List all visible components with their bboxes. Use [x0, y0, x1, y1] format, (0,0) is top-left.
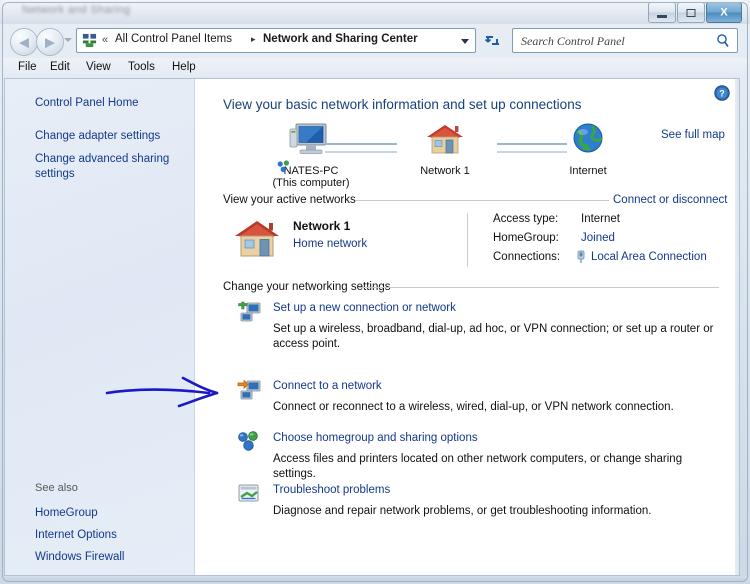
history-dropdown-icon[interactable] — [64, 38, 72, 42]
task-title[interactable]: Choose homegroup and sharing options — [273, 432, 478, 444]
task-description: Set up a wireless, broadband, dial-up, a… — [273, 323, 714, 350]
menu-help[interactable]: Help — [172, 61, 196, 73]
section-rule-change-settings — [359, 287, 719, 288]
control-panel-window: Network and Sharing X ◀ ▶ « All Control … — [0, 0, 750, 584]
map-node-computer[interactable]: NATES-PC (This computer) — [251, 121, 371, 189]
task-description: Access files and printers located on oth… — [273, 453, 683, 480]
svg-text:?: ? — [719, 89, 725, 99]
window-title: Network and Sharing — [22, 4, 131, 16]
see-full-map-link[interactable]: See full map — [661, 129, 725, 141]
navigation-sidebar: Control Panel Home Change adapter settin… — [5, 79, 195, 575]
close-icon: X — [720, 6, 728, 18]
see-also-label: See also — [35, 482, 78, 494]
map-link-computer-to-network — [325, 143, 397, 153]
main-pane: ? View your basic network information an… — [195, 79, 739, 575]
refresh-button[interactable] — [482, 29, 504, 52]
computer-icon — [289, 123, 327, 154]
menu-file[interactable]: File — [18, 61, 37, 73]
window-controls: X — [647, 2, 742, 23]
sidebar-item-change-advanced-sharing-settings[interactable]: Change advanced sharing settings — [35, 152, 185, 182]
sidebar-item-internet-options[interactable]: Internet Options — [35, 528, 185, 543]
map-computer-name: NATES-PC — [283, 165, 339, 177]
sidebar-item-change-adapter-settings[interactable]: Change adapter settings — [35, 129, 185, 144]
access-type-label: Access type: — [493, 213, 559, 225]
active-network-name: Network 1 — [293, 219, 351, 233]
close-button[interactable]: X — [706, 2, 742, 23]
task-title[interactable]: Troubleshoot problems — [273, 484, 390, 496]
sidebar-item-homegroup[interactable]: HomeGroup — [35, 506, 185, 521]
forward-button[interactable]: ▶ — [36, 28, 64, 56]
task-description: Connect or reconnect to a wireless, wire… — [273, 401, 674, 413]
map-network-name: Network 1 — [420, 165, 470, 177]
maximize-button[interactable] — [677, 2, 705, 23]
window-bottom-edge — [2, 576, 748, 582]
connections-label: Connections: — [493, 251, 561, 263]
homegroup-label: HomeGroup: — [493, 232, 559, 244]
connect-or-disconnect-link[interactable]: Connect or disconnect — [613, 194, 727, 206]
address-dropdown-icon[interactable] — [461, 39, 469, 44]
homegroup-sharing-icon — [238, 431, 258, 451]
sidebar-item-windows-firewall[interactable]: Windows Firewall — [35, 550, 185, 565]
task-title[interactable]: Connect to a network — [273, 380, 382, 392]
menu-edit[interactable]: Edit — [50, 61, 70, 73]
access-type-value: Internet — [581, 213, 620, 225]
back-button[interactable]: ◀ — [10, 28, 38, 56]
task-title[interactable]: Set up a new connection or network — [273, 302, 456, 314]
active-network-type-link[interactable]: Home network — [293, 238, 367, 250]
section-view-active-networks-label: View your active networks — [223, 194, 356, 206]
new-connection-icon — [238, 301, 261, 322]
content-area: Control Panel Home Change adapter settin… — [4, 78, 740, 576]
map-node-internet[interactable]: Internet — [543, 121, 633, 177]
task-description: Diagnose and repair network problems, or… — [273, 505, 652, 517]
connect-to-network-icon — [237, 379, 261, 400]
breadcrumb-overflow[interactable]: « — [102, 34, 108, 46]
active-network-row: Network 1 Home network Access type: Inte… — [195, 211, 739, 273]
troubleshoot-icon — [238, 484, 259, 502]
maximize-icon — [686, 8, 696, 17]
breadcrumb-separator-icon: ▸ — [251, 34, 256, 44]
sidebar-item-control-panel-home[interactable]: Control Panel Home — [35, 96, 185, 111]
breadcrumb-network-and-sharing-center[interactable]: Network and Sharing Center — [263, 33, 418, 45]
navigation-bar: ◀ ▶ « All Control Panel Items ▸ Network … — [0, 24, 750, 58]
section-rule-active-networks — [355, 200, 609, 201]
search-box[interactable]: Search Control Panel — [512, 28, 738, 53]
back-arrow-icon: ◀ — [19, 34, 29, 50]
network-map: NATES-PC (This computer) Network 1 Inter… — [195, 121, 739, 189]
help-icon[interactable]: ? — [714, 85, 730, 101]
network-adapter-icon — [577, 250, 585, 263]
menu-bar: File Edit View Tools Help — [2, 58, 748, 78]
home-network-icon — [427, 125, 463, 154]
title-bar: Network and Sharing X — [0, 0, 750, 24]
breadcrumb-all-control-panel-items[interactable]: All Control Panel Items — [115, 33, 232, 45]
forward-arrow-icon: ▶ — [45, 34, 55, 50]
minimize-button[interactable] — [648, 2, 676, 23]
connections-value-link[interactable]: Local Area Connection — [591, 251, 707, 263]
address-bar[interactable]: « All Control Panel Items ▸ Network and … — [76, 28, 476, 53]
search-input[interactable]: Search Control Panel — [521, 34, 625, 49]
search-icon[interactable] — [716, 33, 730, 49]
map-node-network[interactable]: Network 1 — [395, 121, 495, 177]
sharing-badge-icon — [277, 160, 289, 173]
map-internet-name: Internet — [569, 165, 607, 177]
active-network-divider — [467, 213, 468, 267]
page-title: View your basic network information and … — [223, 97, 582, 112]
home-network-icon — [235, 221, 279, 257]
content-right-edge — [735, 79, 739, 575]
map-computer-sub: (This computer) — [272, 177, 350, 189]
menu-view[interactable]: View — [86, 61, 111, 73]
homegroup-value-link[interactable]: Joined — [581, 232, 615, 244]
menu-tools[interactable]: Tools — [128, 61, 155, 73]
globe-icon — [573, 123, 603, 153]
minimize-icon — [657, 15, 667, 18]
refresh-icon — [484, 36, 499, 45]
control-panel-icon — [82, 33, 97, 48]
